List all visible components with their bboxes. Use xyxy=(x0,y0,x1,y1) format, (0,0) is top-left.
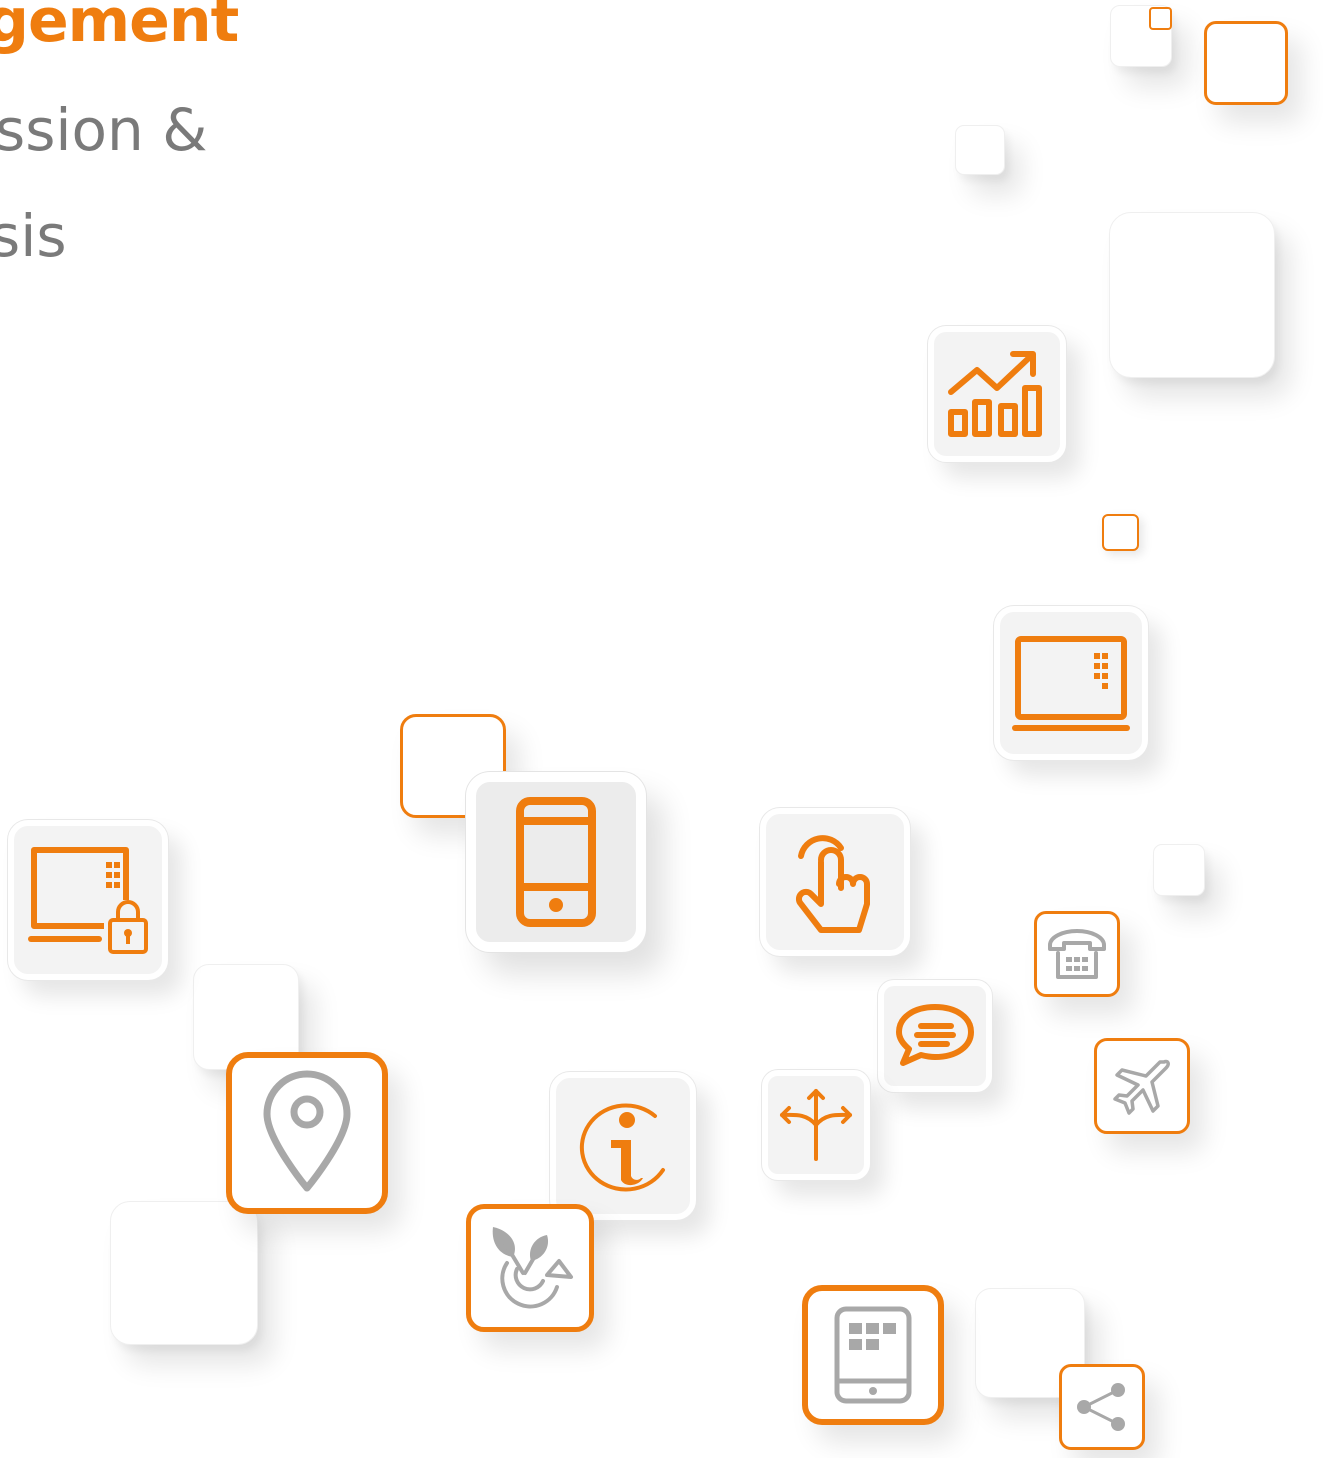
decorative-tile-orange xyxy=(1149,7,1172,30)
decorative-tile xyxy=(110,1201,258,1345)
decorative-tile xyxy=(1153,844,1205,896)
desk-phone-icon xyxy=(1048,929,1106,979)
plant-cycle-icon xyxy=(492,1227,573,1309)
tablet-icon xyxy=(834,1306,912,1404)
smartphone-tile xyxy=(466,772,646,952)
plant-cycle-tile xyxy=(466,1204,594,1332)
tablet-tile xyxy=(802,1285,944,1425)
smartphone-icon xyxy=(516,797,596,927)
direction-arrows-tile xyxy=(762,1070,870,1180)
laptop-lock-tile xyxy=(8,820,168,980)
airplane-tile xyxy=(1094,1038,1190,1134)
desk-phone-tile xyxy=(1034,911,1120,997)
decorative-tile xyxy=(955,125,1005,175)
touch-hand-icon xyxy=(795,835,870,933)
touch-hand-tile xyxy=(760,808,910,956)
laptop-lock-icon xyxy=(28,847,148,954)
headline-subtitle-line1: ssion & xyxy=(0,96,208,164)
decorative-tile-orange xyxy=(1204,21,1288,105)
decorative-tile xyxy=(1109,212,1275,378)
chart-growth-tile xyxy=(928,326,1066,462)
chat-bubble-icon xyxy=(896,1004,974,1066)
info-icon xyxy=(579,1103,665,1192)
laptop-keypad-tile xyxy=(994,606,1148,760)
chat-bubble-tile xyxy=(878,980,992,1092)
airplane-icon xyxy=(1113,1059,1170,1115)
decorative-tile-orange xyxy=(1102,514,1139,551)
headline-title: gement xyxy=(0,0,239,56)
chart-growth-icon xyxy=(948,351,1042,437)
direction-arrows-icon xyxy=(780,1089,852,1161)
info-tile xyxy=(550,1072,696,1220)
headline-subtitle-line2: sis xyxy=(0,202,67,270)
location-pin-tile xyxy=(226,1052,388,1214)
location-pin-icon xyxy=(263,1070,351,1192)
share-tile xyxy=(1059,1364,1145,1450)
laptop-keypad-icon xyxy=(1012,636,1130,731)
share-icon xyxy=(1077,1383,1125,1431)
